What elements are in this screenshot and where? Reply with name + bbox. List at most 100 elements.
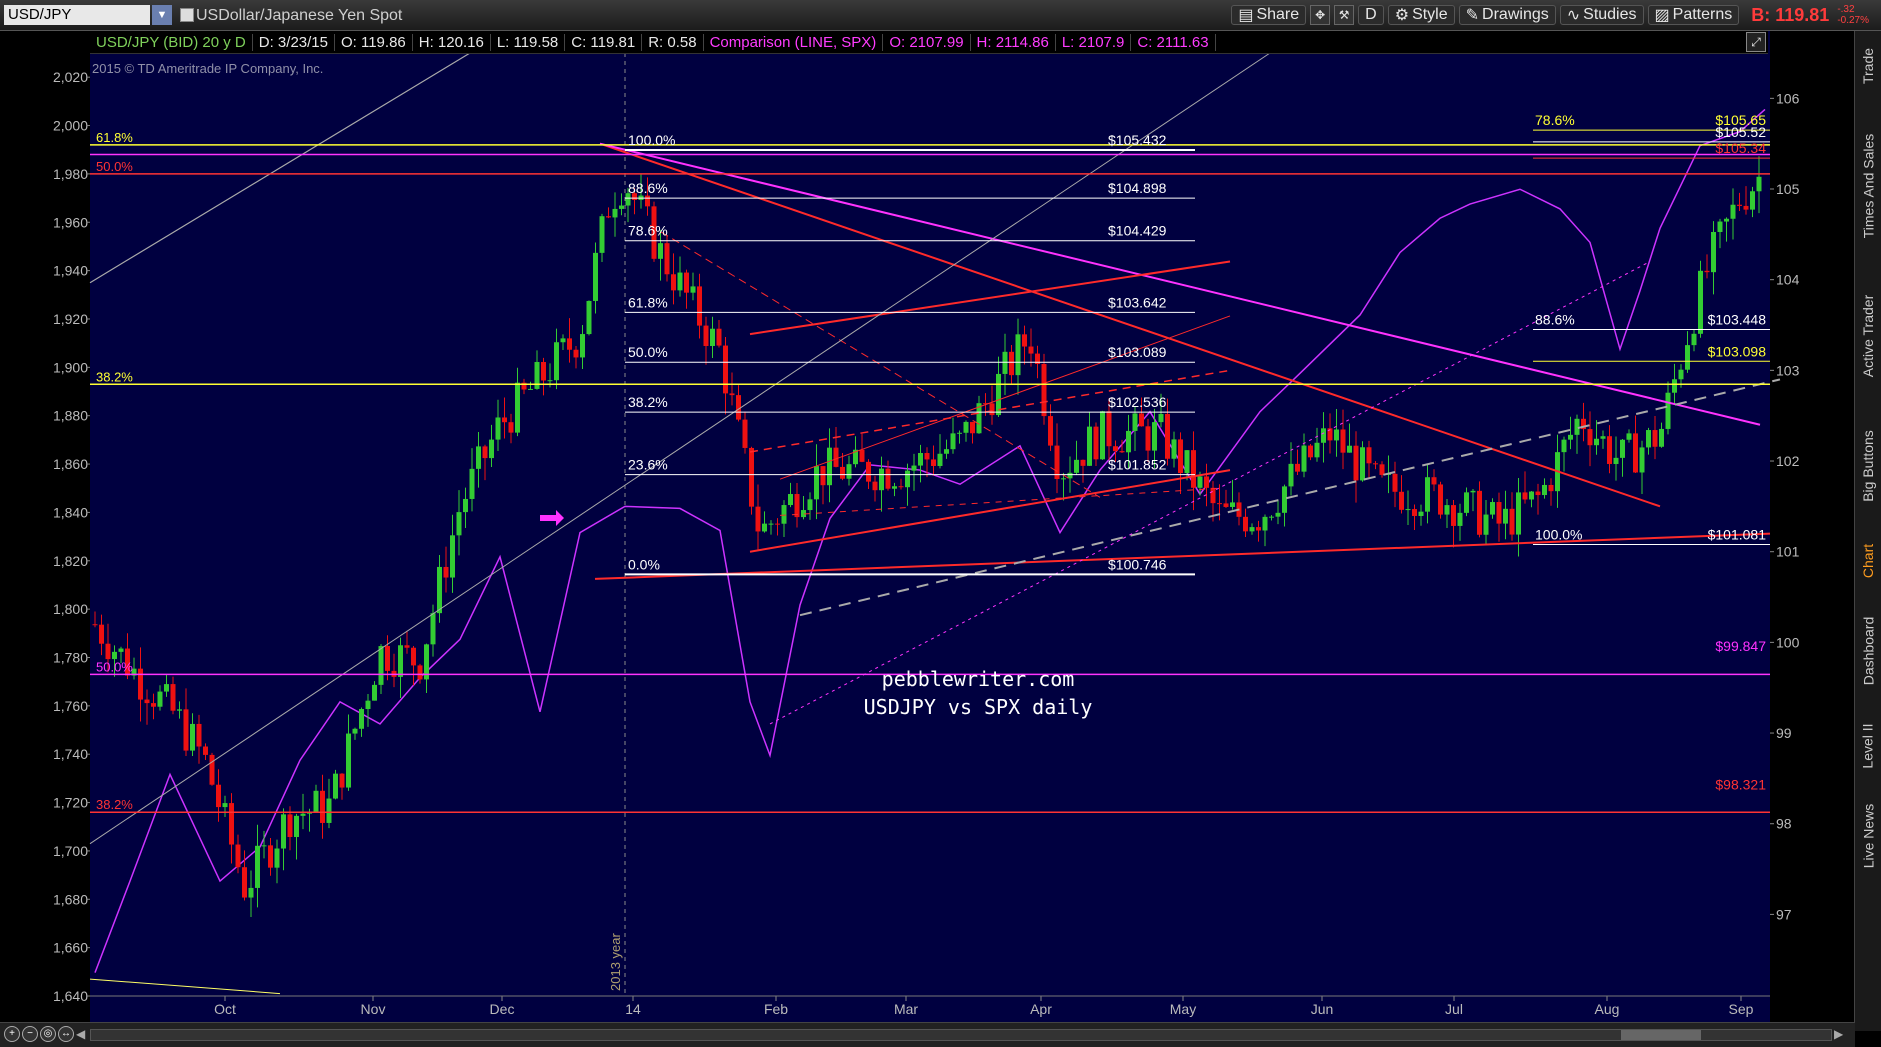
candle-body [1087,426,1092,466]
candle-body [1067,472,1073,479]
candle-body [216,784,221,808]
candle-body [398,645,403,677]
candle-body [684,272,689,293]
x-axis-label: Mar [894,1001,918,1017]
chart-title: USD/JPY (BID) 20 y D [90,33,253,51]
candle-body [1275,512,1281,517]
candle-body [489,439,494,459]
candle-body [294,815,299,838]
candle-body [1028,346,1034,354]
candle-body [1321,428,1326,443]
candle-body [924,453,930,460]
price-chart[interactable]: 61.8% 50.0% 38.2% 50.0% 38.2% 100.0% $105.432 8… [0,31,1855,1022]
zoom-out-icon[interactable]: − [22,1026,38,1042]
candle-body [1223,503,1229,507]
tab-big-buttons[interactable]: Big Buttons [1855,411,1881,521]
candle-body [1249,527,1255,532]
candle-body [1496,502,1502,524]
candle-body [762,523,767,532]
studies-icon: ∿ [1566,7,1581,24]
symbol-input[interactable]: USD/JPY [4,5,150,25]
tab-dashboard[interactable]: Dashboard [1855,601,1881,701]
candle-body [931,459,936,466]
candle-body [1529,491,1534,500]
left-axis-tick: 2,020 [53,69,88,85]
candle-body [892,486,897,489]
candle-body [190,723,195,751]
candle-body [528,388,533,390]
candle-body [437,566,442,614]
candle-body [671,274,676,291]
scroll-thumb[interactable] [1621,1030,1701,1040]
candle-body [359,709,364,729]
left-axis-tick: 1,760 [53,698,88,714]
candle-body [469,468,475,499]
candle-body [794,494,800,518]
style-button[interactable]: ⚙ Style [1387,5,1455,25]
d-button[interactable]: D [1358,5,1384,25]
candle-body [300,813,306,816]
crosshair-icon[interactable]: ✥ [1310,5,1331,25]
candle-body [833,447,839,467]
zoom-controls: + − ◎ ↔ [4,1026,74,1042]
candle-body [781,505,787,524]
right-axis-tick: 99 [1776,725,1792,741]
wrench-icon[interactable]: ⚒ [1334,5,1355,25]
left-axis-tick: 1,640 [53,988,88,1004]
info-low: L: 119.58 [491,33,566,51]
candle-body [957,432,962,434]
candle-body [586,300,592,335]
fib-right-pct: 88.6% [1535,312,1575,328]
share-button[interactable]: ▤ Share [1231,5,1307,25]
link-checkbox[interactable] [180,8,194,22]
candle-body [970,421,975,434]
zoom-reset-icon[interactable]: ↔ [58,1026,74,1042]
candle-body [235,844,241,868]
drawings-button[interactable]: ✎ Drawings [1458,5,1556,25]
candle-body [1522,492,1528,500]
candle-body [281,814,286,849]
candle-body [1483,514,1489,535]
zoom-fit-icon[interactable]: ◎ [40,1026,56,1042]
zoom-in-icon[interactable]: + [4,1026,20,1042]
candle-body [1119,451,1125,453]
candle-body [1678,369,1684,380]
candle-body [1165,413,1170,459]
left-fib-label: 61.8% [96,130,133,145]
fib-right-price: $103.448 [1708,312,1767,328]
tab-trade[interactable]: Trade [1855,31,1881,101]
x-axis-label: Sep [1729,1001,1754,1017]
candle-body [580,334,585,358]
x-axis-label: May [1170,1001,1196,1017]
expand-icon[interactable]: ⤢ [1746,32,1766,52]
candle-body [690,286,696,293]
candle-body [151,703,156,707]
fib-right-price: $103.098 [1708,343,1767,359]
info-comp-open: O: 2107.99 [883,33,971,51]
tab-level-ii[interactable]: Level II [1855,711,1881,781]
candle-body [1457,512,1463,526]
info-open: O: 119.86 [335,33,413,51]
candle-body [430,613,436,645]
candle-body [1737,204,1742,206]
candle-body [944,449,949,454]
tab-active-trader[interactable]: Active Trader [1855,271,1881,401]
scroll-right-icon[interactable]: ▶ [1834,1027,1843,1041]
tab-chart[interactable]: Chart [1855,531,1881,591]
candle-body [1594,438,1599,446]
studies-button[interactable]: ∿ Studies [1559,5,1644,25]
candle-body [1132,413,1138,431]
patterns-button[interactable]: ▨ Patterns [1647,5,1740,25]
candle-body [807,499,813,511]
candle-body [1288,463,1294,487]
left-axis-tick: 1,780 [53,649,88,665]
symbol-dropdown-icon[interactable]: ▼ [152,5,172,25]
chart-scrollbar[interactable] [90,1029,1832,1041]
candle-body [1756,176,1762,192]
candle-body [515,382,520,433]
candle-body [411,647,416,666]
scroll-left-icon[interactable]: ◀ [76,1027,85,1041]
candle-body [736,395,741,420]
tab-live-news[interactable]: Live News [1855,791,1881,881]
tab-times-and-sales[interactable]: Times And Sales [1855,111,1881,261]
